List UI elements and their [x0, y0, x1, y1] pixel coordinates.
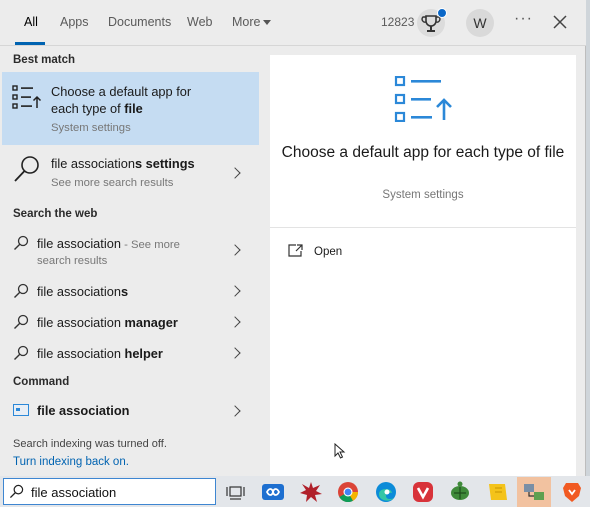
chevron-right-icon: [229, 285, 241, 297]
open-icon: [288, 244, 303, 257]
settings-result-title-prefix: file association: [51, 156, 135, 171]
web-result-query: file association: [37, 236, 121, 251]
brave-icon[interactable]: [559, 479, 585, 505]
search-flyout: All Apps Documents Web More 12823 W ···: [0, 0, 586, 476]
section-best-match: Best match: [13, 54, 75, 66]
settings-result-subtitle: See more search results: [51, 177, 174, 189]
tab-all[interactable]: All: [24, 0, 38, 45]
mouse-cursor-icon: [334, 443, 346, 459]
close-icon: [553, 15, 567, 29]
web-result-title: file association manager: [37, 315, 178, 330]
tab-more-label: More: [232, 15, 261, 29]
web-result-title: file association helper: [37, 346, 163, 361]
best-match-subtitle: System settings: [51, 122, 131, 134]
preview-subtitle: System settings: [382, 189, 464, 201]
web-result-query: file association: [37, 315, 125, 330]
filter-tab-bar: All Apps Documents Web More 12823 W ···: [0, 0, 586, 46]
best-match-title-line2: each type of file: [51, 101, 143, 116]
command-prompt-icon: [13, 404, 29, 416]
desktop-edge: [586, 0, 590, 507]
preview-title: Choose a default app for each type of fi…: [281, 144, 565, 161]
best-match-title-prefix: each type of: [51, 101, 125, 116]
settings-search-result[interactable]: file associations settings See more sear…: [2, 148, 259, 198]
open-action[interactable]: [288, 242, 408, 264]
indexing-notice-area: [2, 428, 259, 476]
tab-web[interactable]: Web: [187, 0, 212, 45]
tab-more[interactable]: More: [232, 0, 260, 45]
chevron-right-icon: [229, 347, 241, 359]
web-result[interactable]: file association manager: [2, 309, 259, 337]
splat-app-icon[interactable]: [298, 479, 324, 505]
best-match-title-highlight: file: [124, 101, 143, 116]
default-apps-list-large-icon: [394, 76, 452, 122]
web-result[interactable]: file associations: [2, 278, 259, 306]
turtle-app-icon[interactable]: [447, 479, 473, 505]
settings-result-title-highlight: s settings: [134, 156, 195, 171]
edge-icon[interactable]: [373, 479, 399, 505]
web-result-line2: search results: [37, 255, 108, 267]
search-icon: [9, 484, 24, 499]
network-app-icon[interactable]: [521, 479, 547, 505]
chevron-right-icon: [229, 244, 241, 256]
web-search-icon: [14, 235, 29, 250]
web-result-highlight: s: [120, 284, 129, 299]
web-result-query: file association: [37, 284, 121, 299]
web-result-title: file associations: [37, 284, 128, 299]
search-input[interactable]: [31, 482, 201, 502]
turn-indexing-on-link[interactable]: Turn indexing back on.: [13, 456, 129, 468]
vivaldi-icon[interactable]: [410, 479, 436, 505]
default-apps-list-icon: [12, 85, 42, 109]
web-result-suffix: - See more: [120, 239, 180, 251]
web-result-highlight: helper: [124, 346, 163, 361]
sticky-notes-icon[interactable]: [485, 479, 511, 505]
open-label: Open: [314, 246, 343, 258]
chrome-icon[interactable]: [335, 479, 361, 505]
notification-dot: [437, 8, 447, 18]
chevron-right-icon: [229, 167, 241, 179]
command-result-label: file association: [37, 403, 130, 418]
web-result[interactable]: file association - See more search resul…: [2, 228, 259, 272]
section-command: Command: [13, 376, 70, 388]
web-search-icon: [14, 345, 29, 360]
tab-documents[interactable]: Documents: [108, 0, 171, 45]
preview-divider: [270, 227, 576, 228]
best-match-title-line1: Choose a default app for: [51, 84, 192, 99]
account-avatar-button[interactable]: W: [466, 9, 494, 37]
best-match-result[interactable]: Choose a default app for each type of fi…: [2, 72, 259, 145]
tab-apps[interactable]: Apps: [60, 0, 89, 45]
web-search-icon: [14, 283, 29, 298]
task-view-icon[interactable]: [223, 479, 249, 505]
web-search-icon: [14, 314, 29, 329]
chevron-right-icon: [229, 405, 241, 417]
section-search-web: Search the web: [13, 208, 98, 220]
indexing-notice-text: Search indexing was turned off.: [13, 438, 167, 450]
settings-result-title: file associations settings: [51, 156, 195, 171]
web-result-title: file association - See more: [37, 236, 180, 251]
web-result[interactable]: file association helper: [2, 340, 259, 368]
rewards-points: 12823: [381, 15, 415, 29]
web-result-highlight: manager: [124, 315, 178, 330]
chevron-down-icon: [263, 20, 271, 25]
command-result[interactable]: file association: [2, 398, 259, 424]
search-icon: [14, 156, 39, 182]
active-tab-indicator: [15, 42, 45, 45]
web-result-query: file association: [37, 346, 125, 361]
chevron-right-icon: [229, 316, 241, 328]
more-options-button[interactable]: ···: [514, 10, 533, 28]
close-button[interactable]: [550, 12, 570, 32]
infinity-app-icon[interactable]: [260, 479, 286, 505]
